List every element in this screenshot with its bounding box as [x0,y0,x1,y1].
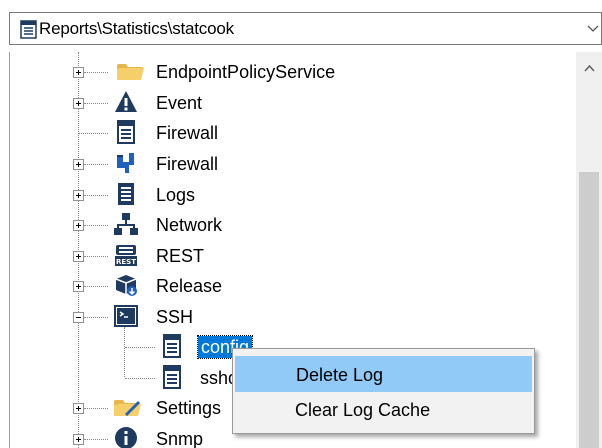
log-document-icon [118,183,134,205]
expand-toggle[interactable] [73,281,84,292]
warning-icon [115,91,137,112]
firewall-plug-icon [117,153,134,173]
tree-item-label: Settings [156,398,222,418]
context-menu: Delete Log Clear Log Cache [232,348,535,434]
path-combo-box[interactable]: Reports\Statistics\statcook [9,12,602,45]
tree-item[interactable]: Network [10,210,570,240]
network-icon [114,213,138,235]
vertical-scrollbar[interactable] [576,52,602,448]
release-package-icon [115,275,137,296]
chevron-down-icon[interactable] [586,23,600,35]
expand-toggle[interactable] [73,67,84,78]
tree-connector [84,439,108,441]
rest-api-icon: REST [115,245,137,266]
tree-item[interactable]: Firewall [10,149,570,179]
tree-item-label: Network [156,215,223,235]
tree-connector [84,72,108,74]
tree-connector [79,133,108,135]
scroll-up-arrow-icon[interactable] [584,64,595,72]
expand-toggle[interactable] [73,159,84,170]
tree-item-label: Logs [156,185,196,205]
expand-toggle[interactable] [73,98,84,109]
menu-item-delete-log[interactable]: Delete Log [235,356,532,392]
svg-text:REST: REST [116,258,136,266]
tree-item-label: Snmp [156,429,204,448]
tree-connector [125,378,155,380]
tree-connector [84,103,108,105]
document-icon [163,334,181,358]
tree-item-label: EndpointPolicyService [156,62,336,82]
tree-item-label: Firewall [156,154,219,174]
collapse-toggle[interactable] [73,312,84,323]
settings-folder-icon [114,400,141,416]
info-icon [115,427,137,448]
tree-connector [84,164,108,166]
expand-toggle[interactable] [73,220,84,231]
tree-item[interactable]: EndpointPolicyService [10,57,570,87]
tree-item[interactable]: REST REST [10,241,570,271]
tree-item[interactable]: Firewall [10,118,570,148]
document-icon [20,20,37,39]
tree-item[interactable]: Release [10,271,570,301]
tree-connector [84,286,108,288]
folder-icon [117,64,144,80]
path-text: Reports\Statistics\statcook [39,19,234,38]
tree-connector [84,256,108,258]
tree-item[interactable]: Logs [10,180,570,210]
tree-item-label: Event [156,93,203,113]
expand-toggle[interactable] [73,434,84,445]
expand-toggle[interactable] [73,251,84,262]
tree-connector [84,225,108,227]
tree-item[interactable]: SSH [10,302,570,332]
tree-item-label: SSH [156,307,194,327]
document-icon [117,120,135,144]
expand-toggle[interactable] [73,403,84,414]
terminal-icon [114,305,138,327]
document-icon [163,365,181,389]
scrollbar-thumb[interactable] [579,172,599,448]
tree-item[interactable]: Event [10,88,570,118]
tree-connector [84,317,108,319]
menu-item-clear-log-cache[interactable]: Clear Log Cache [235,392,532,428]
tree-connector [125,347,155,349]
tree-connector [84,408,108,410]
tree-item-label: Release [156,276,223,296]
tree-item-label: REST [156,246,205,266]
expand-toggle[interactable] [73,190,84,201]
tree-connector [84,195,108,197]
tree-item-label: Firewall [156,123,219,143]
